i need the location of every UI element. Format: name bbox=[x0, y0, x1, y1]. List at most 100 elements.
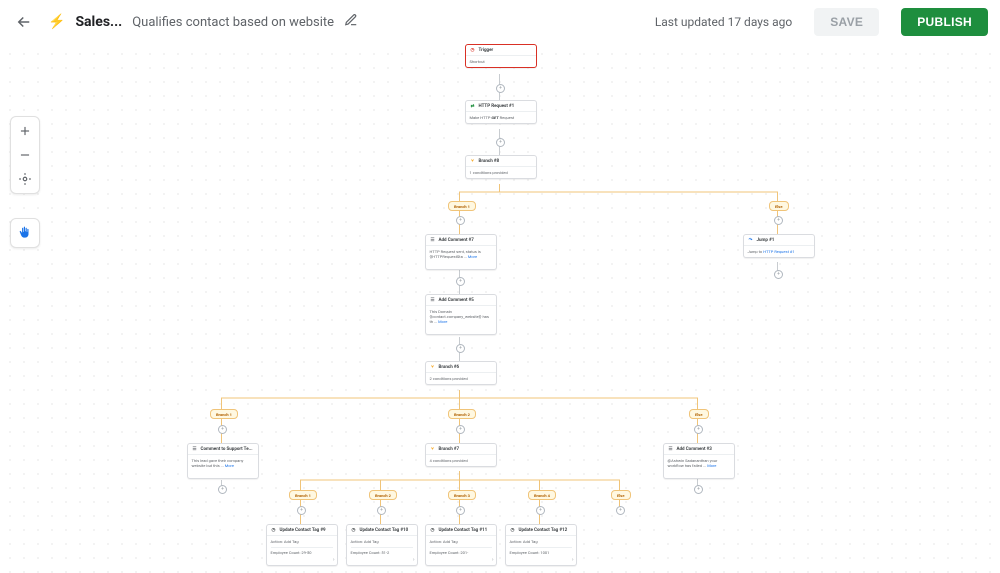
pan-tool-button[interactable] bbox=[10, 218, 40, 248]
zoom-out-button[interactable] bbox=[15, 145, 35, 165]
node-body: Action: Add TagEmployee Count: 51-2 bbox=[347, 535, 417, 558]
branch-pill-b7-4[interactable]: Branch 4 bbox=[528, 490, 556, 500]
node-branch-6[interactable]: ⑂Branch #6 2 conditions provided bbox=[425, 361, 497, 385]
branch-pill-b6-1[interactable]: Branch 1 bbox=[210, 409, 238, 419]
node-body: 1 conditions provided bbox=[466, 166, 536, 178]
branch-pill-b8-1[interactable]: Branch 1 bbox=[448, 201, 476, 211]
chevron-right-icon: › bbox=[572, 557, 574, 563]
add-step-button[interactable] bbox=[694, 485, 703, 494]
tag-icon: ◷ bbox=[271, 527, 277, 533]
add-step-button[interactable] bbox=[456, 506, 465, 515]
node-body: Shortcut bbox=[466, 55, 536, 67]
node-body: Action: Add TagEmployee Count: 1001 bbox=[506, 535, 576, 558]
node-title: Trigger bbox=[479, 48, 494, 53]
save-button[interactable]: SAVE bbox=[814, 8, 879, 36]
comment-icon: ☰ bbox=[668, 446, 674, 452]
add-step-button[interactable] bbox=[456, 216, 465, 225]
branch-pill-b6-2[interactable]: Branch 2 bbox=[448, 409, 476, 419]
add-step-button[interactable] bbox=[456, 425, 465, 434]
comment-icon: ☰ bbox=[192, 446, 198, 452]
add-step-button[interactable] bbox=[377, 506, 386, 515]
add-step-button[interactable] bbox=[536, 506, 545, 515]
node-branch-8[interactable]: ⑂Branch #8 1 conditions provided bbox=[465, 155, 537, 179]
chevron-right-icon: › bbox=[413, 557, 415, 563]
branch-pill-b7-else[interactable]: Else bbox=[611, 490, 631, 500]
node-trigger[interactable]: ◷Trigger Shortcut bbox=[465, 44, 537, 68]
add-step-button[interactable] bbox=[774, 216, 783, 225]
comment-icon: ☰ bbox=[430, 237, 436, 243]
branch-pill-b6-else[interactable]: Else bbox=[689, 409, 709, 419]
chevron-right-icon: › bbox=[492, 557, 494, 563]
node-body: Make HTTP GET Request bbox=[466, 111, 536, 123]
node-title: Branch #6 bbox=[439, 365, 460, 370]
node-title: Comment to Support Te... bbox=[201, 447, 253, 452]
node-update-contact-tag-12[interactable]: ◷Update Contact Tag #12 Action: Add TagE… bbox=[505, 524, 577, 566]
node-update-contact-tag-10[interactable]: ◷Update Contact Tag #10 Action: Add TagE… bbox=[346, 524, 418, 566]
add-step-button[interactable] bbox=[496, 84, 505, 93]
node-body: Action: Add TagEmployee Count: 29-50 bbox=[267, 535, 337, 558]
fit-view-button[interactable] bbox=[15, 169, 35, 189]
add-step-button[interactable] bbox=[297, 506, 306, 515]
workflow-name: Sales... bbox=[75, 14, 122, 30]
branch-icon: ⑂ bbox=[430, 446, 436, 452]
node-title: Jump #1 bbox=[757, 238, 775, 243]
add-step-button[interactable] bbox=[218, 425, 227, 434]
node-title: HTTP Request #1 bbox=[479, 104, 515, 109]
zoom-in-button[interactable] bbox=[15, 121, 35, 141]
node-jump-1[interactable]: ↷Jump #1 Jump to HTTP Request #1 bbox=[743, 234, 815, 258]
branch-icon: ⑂ bbox=[470, 158, 476, 164]
trigger-icon: ◷ bbox=[470, 47, 476, 53]
node-support-comment[interactable]: ☰Comment to Support Te... This lead gave… bbox=[187, 443, 259, 479]
node-body: 4 conditions provided bbox=[426, 454, 496, 466]
node-title: Update Contact Tag #12 bbox=[519, 528, 568, 533]
canvas-toolbox bbox=[10, 116, 40, 194]
node-update-contact-tag-11[interactable]: ◷Update Contact Tag #11 Action: Add TagE… bbox=[425, 524, 497, 566]
comment-icon: ☰ bbox=[430, 297, 436, 303]
add-step-button[interactable] bbox=[694, 425, 703, 434]
add-step-button[interactable] bbox=[218, 485, 227, 494]
node-title: Branch #7 bbox=[439, 447, 460, 452]
node-add-comment-3[interactable]: ☰Add Comment #3 @Ashwin Sadananthan your… bbox=[663, 443, 735, 479]
node-http-request-1[interactable]: ⇄HTTP Request #1 Make HTTP GET Request bbox=[465, 100, 537, 124]
node-title: Add Comment #7 bbox=[439, 238, 474, 243]
node-body: Jump to HTTP Request #1 bbox=[744, 245, 814, 257]
workflow-emoji: ⚡ bbox=[48, 14, 65, 30]
node-update-contact-tag-9[interactable]: ◷Update Contact Tag #9 Action: Add TagEm… bbox=[266, 524, 338, 566]
node-body: @Ashwin Sadananthan your workflow has fa… bbox=[664, 454, 734, 471]
workflow-canvas[interactable]: ◷Trigger Shortcut ⇄HTTP Request #1 Make … bbox=[0, 44, 1000, 573]
node-body: This lead gave their company website but… bbox=[188, 454, 258, 471]
add-step-button[interactable] bbox=[456, 277, 465, 286]
back-button[interactable] bbox=[12, 10, 36, 34]
branch-pill-b7-2[interactable]: Branch 2 bbox=[369, 490, 397, 500]
http-icon: ⇄ bbox=[470, 103, 476, 109]
tag-icon: ◷ bbox=[430, 527, 436, 533]
add-step-button[interactable] bbox=[496, 138, 505, 147]
branch-pill-b7-1[interactable]: Branch 1 bbox=[289, 490, 317, 500]
edit-name-button[interactable] bbox=[344, 12, 364, 32]
branch-icon: ⑂ bbox=[430, 364, 436, 370]
node-title: Update Contact Tag #9 bbox=[280, 528, 326, 533]
node-body: HTTP Request sent, status is {{HTTPReque… bbox=[426, 245, 496, 262]
branch-pill-b8-else[interactable]: Else bbox=[769, 201, 789, 211]
add-step-button[interactable] bbox=[456, 344, 465, 353]
node-body: This Domain {{contact.company_website}} … bbox=[426, 305, 496, 327]
node-add-comment-7[interactable]: ☰Add Comment #7 HTTP Request sent, statu… bbox=[425, 234, 497, 270]
add-step-button[interactable] bbox=[774, 270, 783, 279]
node-title: Update Contact Tag #10 bbox=[360, 528, 409, 533]
node-body: Action: Add TagEmployee Count: 201- bbox=[426, 535, 496, 558]
publish-button[interactable]: PUBLISH bbox=[901, 8, 988, 36]
chevron-right-icon: › bbox=[333, 557, 335, 563]
tag-icon: ◷ bbox=[351, 527, 357, 533]
node-branch-7[interactable]: ⑂Branch #7 4 conditions provided bbox=[425, 443, 497, 467]
node-title: Add Comment #3 bbox=[677, 447, 712, 452]
node-title: Update Contact Tag #11 bbox=[439, 528, 488, 533]
workflow-subtitle: Qualifies contact based on website bbox=[132, 15, 334, 30]
jump-icon: ↷ bbox=[748, 237, 754, 243]
node-title: Branch #8 bbox=[479, 159, 500, 164]
last-updated-text: Last updated 17 days ago bbox=[655, 15, 792, 29]
add-step-button[interactable] bbox=[616, 506, 625, 515]
tag-icon: ◷ bbox=[510, 527, 516, 533]
branch-pill-b7-3[interactable]: Branch 3 bbox=[448, 490, 476, 500]
node-body: 2 conditions provided bbox=[426, 372, 496, 384]
node-add-comment-5[interactable]: ☰Add Comment #5 This Domain {{contact.co… bbox=[425, 294, 497, 335]
